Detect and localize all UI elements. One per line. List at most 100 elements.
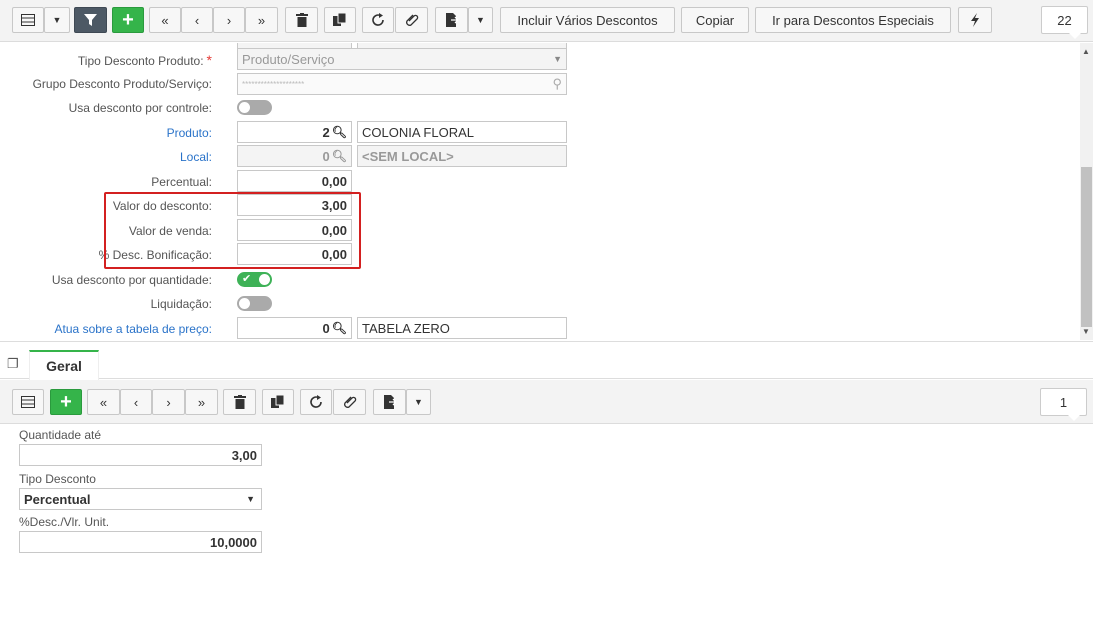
caret-down-icon: ▼ — [414, 397, 423, 407]
desc-vlr-unit-label: %Desc./Vlr. Unit. — [19, 515, 110, 529]
tipo-desconto-produto-value: Produto/Serviço — [242, 51, 335, 67]
search-icon: ⚲ — [552, 76, 562, 91]
copiar-button[interactable]: Copiar — [681, 7, 749, 33]
export-button[interactable] — [435, 7, 468, 33]
last-record-button[interactable]: » — [185, 389, 218, 415]
trash-icon — [233, 395, 246, 409]
grupo-desconto-value: ******************** — [242, 79, 305, 89]
export-button[interactable] — [373, 389, 406, 415]
grupo-desconto-input[interactable]: ******************** ⚲ — [237, 73, 567, 95]
double-chevron-left-icon: « — [99, 394, 108, 410]
usa-desconto-quantidade-label: Usa desconto por quantidade: — [51, 273, 212, 287]
form-scrollbar[interactable]: ▲ ▼ — [1080, 43, 1093, 340]
double-chevron-right-icon: » — [257, 12, 266, 28]
trash-icon — [295, 13, 308, 27]
refresh-button[interactable] — [300, 389, 332, 415]
tipo-desconto-value: Percentual — [24, 491, 91, 507]
view-dropdown-button[interactable]: ▼ — [44, 7, 70, 33]
scroll-down-icon[interactable]: ▼ — [1082, 327, 1090, 336]
chevron-right-icon: › — [226, 12, 232, 28]
local-label[interactable]: Local: — [180, 150, 212, 164]
liquidacao-label: Liquidação: — [150, 297, 212, 311]
local-code-input[interactable]: 0 🔍︎ — [237, 145, 352, 167]
actions-button[interactable] — [958, 7, 992, 33]
tab-geral[interactable]: Geral — [29, 350, 99, 380]
last-record-button[interactable]: » — [245, 7, 278, 33]
prev-record-button[interactable]: ‹ — [181, 7, 213, 33]
produto-code-input[interactable]: 2 🔍︎ — [237, 121, 352, 143]
double-chevron-left-icon: « — [161, 12, 169, 28]
first-record-button[interactable]: « — [149, 7, 181, 33]
tipo-desconto-label: Tipo Desconto — [19, 472, 96, 486]
tipo-desconto-produto-select[interactable]: Produto/Serviço ▼ — [237, 48, 567, 70]
tipo-desconto-select[interactable]: Percentual ▼ — [19, 488, 262, 510]
usa-desconto-controle-toggle[interactable] — [237, 100, 272, 115]
paperclip-icon — [343, 396, 356, 408]
search-icon[interactable]: 🔍︎ — [332, 125, 347, 139]
caret-down-icon: ▼ — [553, 54, 562, 64]
search-icon[interactable]: 🔍︎ — [332, 321, 347, 335]
ir-para-descontos-especiais-button[interactable]: Ir para Descontos Especiais — [755, 7, 951, 33]
first-record-button[interactable]: « — [87, 389, 120, 415]
copy-icon — [333, 13, 347, 26]
percentual-input[interactable]: 0,00 — [237, 170, 352, 192]
produto-label[interactable]: Produto: — [167, 126, 212, 140]
filter-button[interactable] — [74, 7, 107, 33]
paperclip-icon — [405, 14, 418, 26]
check-icon: ✔ — [242, 273, 252, 285]
grupo-desconto-label: Grupo Desconto Produto/Serviço: — [32, 77, 212, 91]
refresh-button[interactable] — [362, 7, 394, 33]
main-form: Tipo Desconto Produto: * Produto/Serviço … — [0, 43, 1080, 340]
quantidade-ate-input[interactable]: 3,00 — [19, 444, 262, 466]
detail-form: Quantidade até 3,00 Tipo Desconto Percen… — [0, 425, 1093, 637]
export-file-icon — [445, 13, 458, 27]
record-count: 1 — [1040, 388, 1087, 421]
chevron-left-icon: ‹ — [133, 394, 139, 410]
tipo-desconto-produto-label: Tipo Desconto Produto: * — [77, 52, 212, 68]
plus-icon: + — [122, 8, 134, 31]
local-code-value: 0 — [322, 148, 330, 164]
delete-button[interactable] — [223, 389, 256, 415]
tabela-preco-code-input[interactable]: 0 🔍︎ — [237, 317, 352, 339]
add-button[interactable]: + — [112, 7, 144, 33]
grid-icon — [21, 396, 35, 408]
delete-button[interactable] — [285, 7, 318, 33]
duplicate-window-icon[interactable]: ❐ — [7, 356, 19, 372]
export-dropdown-button[interactable]: ▼ — [406, 389, 431, 415]
refresh-icon — [310, 395, 322, 408]
caret-down-icon: ▼ — [52, 15, 62, 25]
caret-down-icon: ▼ — [476, 15, 485, 25]
incluir-varios-descontos-button[interactable]: Incluir Vários Descontos — [500, 7, 675, 33]
copy-icon — [271, 395, 285, 408]
chevron-right-icon: › — [166, 394, 171, 410]
attach-button[interactable] — [333, 389, 366, 415]
toggle-knob — [259, 274, 270, 285]
duplicate-button[interactable] — [324, 7, 356, 33]
add-button[interactable]: + — [50, 389, 82, 415]
desc-vlr-unit-input[interactable]: 10,0000 — [19, 531, 262, 553]
tabela-preco-label[interactable]: Atua sobre a tabela de preço: — [55, 322, 212, 336]
usa-desconto-controle-label: Usa desconto por controle: — [68, 101, 212, 115]
detail-tabbar: ❐ Geral — [0, 341, 1093, 380]
prev-record-button[interactable]: ‹ — [120, 389, 152, 415]
liquidacao-toggle[interactable] — [237, 296, 272, 311]
quantidade-ate-label: Quantidade até — [19, 428, 102, 442]
record-count: 22 — [1041, 6, 1088, 39]
scrollbar-thumb[interactable] — [1081, 167, 1092, 327]
next-record-button[interactable]: › — [213, 7, 245, 33]
lightning-icon — [971, 13, 979, 27]
next-record-button[interactable]: › — [152, 389, 185, 415]
grid-view-button[interactable] — [12, 389, 44, 415]
scroll-up-icon[interactable]: ▲ — [1082, 47, 1090, 56]
duplicate-button[interactable] — [262, 389, 294, 415]
usa-desconto-quantidade-toggle[interactable]: ✔ — [237, 272, 272, 287]
grid-view-button[interactable] — [12, 7, 44, 33]
refresh-icon — [372, 13, 384, 26]
main-toolbar: ▼ + « ‹ › » ▼ Incluir Vários Descontos C… — [0, 0, 1093, 42]
export-dropdown-button[interactable]: ▼ — [468, 7, 493, 33]
attach-button[interactable] — [395, 7, 428, 33]
plus-icon: + — [60, 390, 72, 413]
search-icon[interactable]: 🔍︎ — [332, 149, 347, 163]
local-name-field: <SEM LOCAL> — [357, 145, 567, 167]
double-chevron-right-icon: » — [197, 394, 206, 410]
